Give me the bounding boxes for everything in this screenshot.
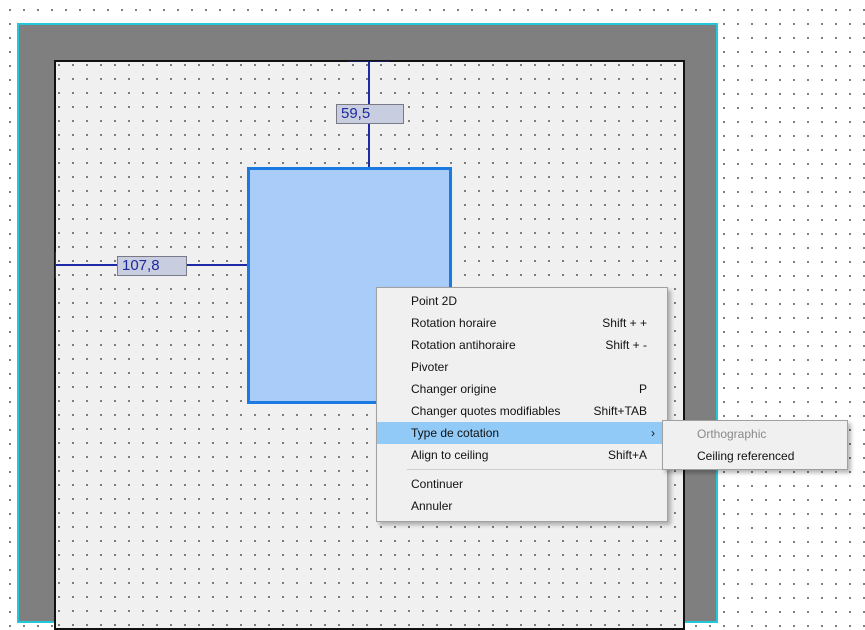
menu-item-label: Type de cotation bbox=[411, 426, 500, 440]
menu-item-pivoter[interactable]: Pivoter bbox=[377, 356, 667, 378]
horizontal-dimension-label[interactable]: 107,8 bbox=[117, 256, 187, 276]
menu-item-rotation-horaire[interactable]: Rotation horaire Shift + + bbox=[377, 312, 667, 334]
horizontal-dimension-tick-left bbox=[55, 252, 56, 278]
menu-item-label: Changer origine bbox=[411, 382, 497, 396]
menu-item-label: Align to ceiling bbox=[411, 448, 489, 462]
vertical-dimension-tick-top bbox=[348, 61, 390, 62]
menu-item-shortcut: Shift + + bbox=[602, 316, 647, 330]
submenu-item-ceiling-referenced[interactable]: Ceiling referenced bbox=[663, 445, 847, 467]
menu-item-point-2d[interactable]: Point 2D bbox=[377, 290, 667, 312]
menu-item-label: Changer quotes modifiables bbox=[411, 404, 561, 418]
menu-item-align-to-ceiling[interactable]: Align to ceiling Shift+A bbox=[377, 444, 667, 466]
submenu-item-label: Orthographic bbox=[697, 427, 767, 441]
menu-item-shortcut: Shift + - bbox=[605, 338, 647, 352]
chevron-right-icon: › bbox=[651, 426, 655, 440]
menu-item-label: Pivoter bbox=[411, 360, 449, 374]
submenu-item-label: Ceiling referenced bbox=[697, 449, 795, 463]
menu-item-changer-quotes[interactable]: Changer quotes modifiables Shift+TAB bbox=[377, 400, 667, 422]
menu-item-shortcut: Shift+TAB bbox=[593, 404, 647, 418]
context-menu: Point 2D Rotation horaire Shift + + Rota… bbox=[376, 287, 668, 522]
menu-item-changer-origine[interactable]: Changer origine P bbox=[377, 378, 667, 400]
menu-item-label: Annuler bbox=[411, 499, 453, 513]
menu-item-label: Rotation horaire bbox=[411, 316, 497, 330]
menu-item-label: Rotation antihoraire bbox=[411, 338, 516, 352]
submenu-item-orthographic[interactable]: Orthographic bbox=[663, 423, 847, 445]
menu-item-shortcut: Shift+A bbox=[607, 448, 647, 462]
vertical-dimension-label[interactable]: 59,5 bbox=[336, 104, 404, 124]
menu-item-shortcut: P bbox=[638, 382, 647, 396]
menu-item-rotation-antihoraire[interactable]: Rotation antihoraire Shift + - bbox=[377, 334, 667, 356]
menu-item-label: Continuer bbox=[411, 477, 464, 491]
menu-item-label: Point 2D bbox=[411, 294, 458, 308]
menu-item-continuer[interactable]: Continuer bbox=[377, 473, 667, 495]
menu-item-type-de-cotation[interactable]: Type de cotation › bbox=[377, 422, 667, 444]
menu-item-annuler[interactable]: Annuler bbox=[377, 495, 667, 517]
menu-separator bbox=[407, 469, 665, 470]
submenu-type-de-cotation: Orthographic Ceiling referenced bbox=[662, 420, 848, 470]
